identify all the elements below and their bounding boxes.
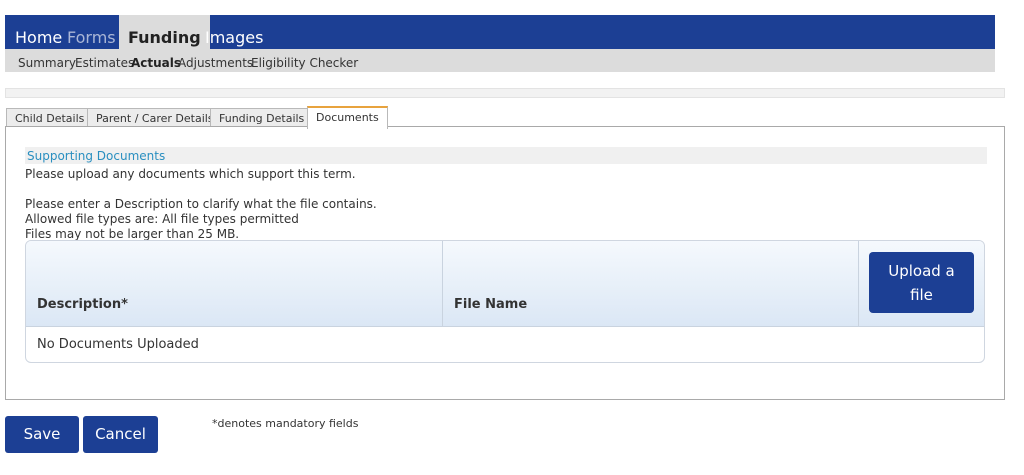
info-line-upload: Please upload any documents which suppor… [25, 167, 356, 181]
section-title: Supporting Documents [25, 147, 987, 164]
divider-bar [5, 88, 1005, 98]
top-nav: Home Forms Funding Images [5, 15, 995, 49]
tab-documents[interactable]: Documents [307, 106, 388, 129]
mandatory-fields-note: *denotes mandatory fields [212, 417, 359, 430]
tab-child-details[interactable]: Child Details [6, 108, 94, 127]
nav-funding[interactable]: Funding [119, 15, 210, 49]
header-file-name: File Name [443, 241, 858, 326]
tab-parent-carer-details[interactable]: Parent / Carer Details [87, 108, 223, 127]
empty-table-message: No Documents Uploaded [37, 337, 199, 352]
info-line-file-types: Allowed file types are: All file types p… [25, 212, 299, 226]
upload-file-button-label: Upload a file [888, 261, 955, 304]
tab-funding-details[interactable]: Funding Details [210, 108, 314, 127]
subnav-adjustments[interactable]: Adjustments [178, 49, 253, 77]
column-divider [858, 241, 859, 326]
header-description-label: Description* [37, 297, 128, 312]
save-button[interactable]: Save [5, 416, 79, 453]
subnav-actuals[interactable]: Actuals [131, 49, 181, 77]
sub-nav: Summary Estimates Actuals Adjustments El… [5, 49, 995, 72]
table-header: Description* File Name Upload a file [26, 241, 984, 327]
subnav-eligibility-checker[interactable]: Eligibility Checker [251, 49, 358, 77]
info-line-file-size: Files may not be larger than 25 MB. [25, 227, 240, 241]
cancel-button[interactable]: Cancel [83, 416, 158, 453]
documents-table: Description* File Name Upload a file No … [25, 240, 985, 363]
nav-forms[interactable]: Forms [67, 15, 116, 49]
header-file-name-label: File Name [454, 297, 528, 312]
info-line-description: Please enter a Description to clarify wh… [25, 197, 377, 211]
nav-home[interactable]: Home [15, 15, 62, 49]
subnav-estimates[interactable]: Estimates [75, 49, 134, 77]
header-description: Description* [26, 241, 442, 326]
nav-images[interactable]: Images [205, 15, 263, 49]
subnav-summary[interactable]: Summary [18, 49, 76, 77]
upload-file-button[interactable]: Upload a file [869, 252, 974, 313]
